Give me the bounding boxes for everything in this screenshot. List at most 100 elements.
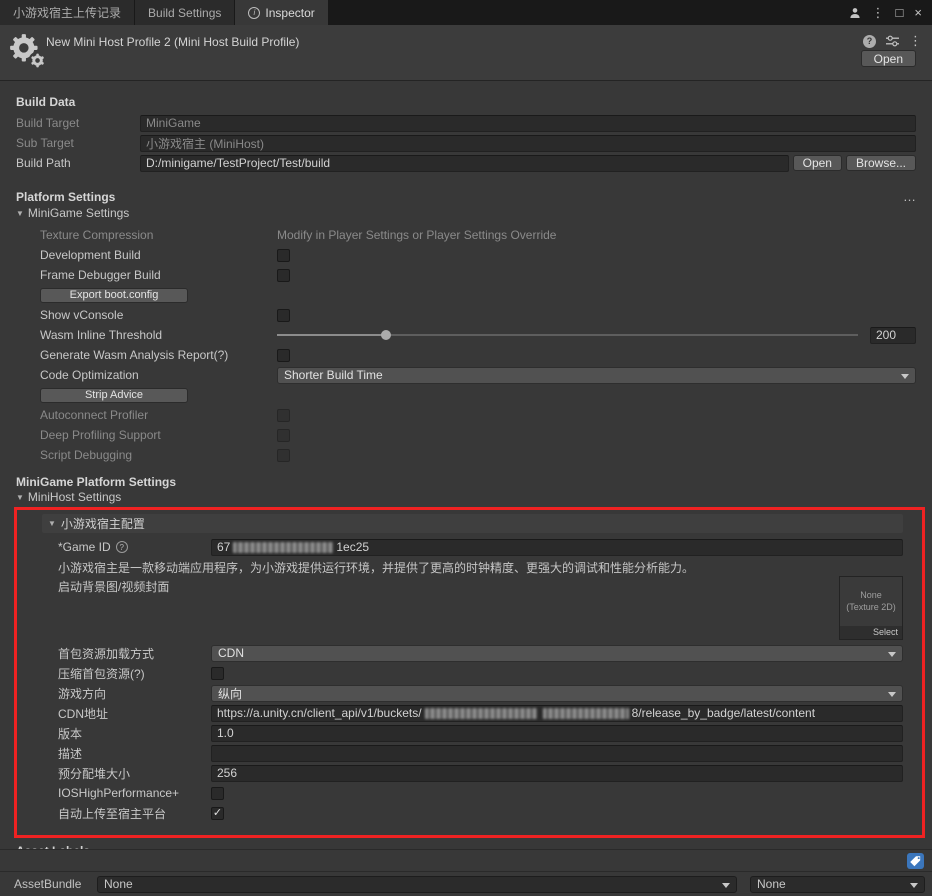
cover-label-row: 启动背景图/视频封面 xyxy=(42,577,903,595)
info-glyph: i xyxy=(254,8,256,17)
cdn-address-label: CDN地址 xyxy=(58,705,207,722)
texture-select-button[interactable]: Select xyxy=(840,626,902,639)
platform-more-button[interactable]: … xyxy=(903,194,916,200)
assetbundle-variant-dropdown[interactable]: None xyxy=(750,876,925,893)
auto-upload-checkbox[interactable]: ✓ xyxy=(211,807,224,820)
tab-inspector-label: Inspector xyxy=(265,6,314,20)
slider-track[interactable] xyxy=(277,334,858,336)
orientation-dropdown[interactable]: 纵向 xyxy=(211,685,903,702)
code-optimization-row: Code Optimization Shorter Build Time xyxy=(0,365,932,385)
game-id-row: *Game ID ? 67 1ec25 xyxy=(42,537,903,557)
redacted-text xyxy=(233,542,333,553)
account-icon[interactable] xyxy=(849,7,861,19)
build-data-heading: Build Data xyxy=(16,95,932,109)
description-field[interactable] xyxy=(211,745,903,762)
wasm-threshold-field[interactable]: 200 xyxy=(870,327,916,344)
texture-type-text: (Texture 2D) xyxy=(846,602,896,613)
deep-profiling-checkbox[interactable] xyxy=(277,429,290,442)
wasm-threshold-slider[interactable] xyxy=(277,325,858,345)
ios-high-performance-checkbox[interactable] xyxy=(211,787,224,800)
wasm-threshold-label: Wasm Inline Threshold xyxy=(40,328,273,342)
code-optimization-label: Code Optimization xyxy=(40,368,273,382)
compress-checkbox[interactable] xyxy=(211,667,224,680)
load-mode-label: 首包资源加载方式 xyxy=(58,645,207,662)
dropdown-arrow-icon xyxy=(901,374,909,383)
wasm-report-checkbox[interactable] xyxy=(277,349,290,362)
check-icon: ✓ xyxy=(213,808,222,819)
show-vconsole-row: Show vConsole xyxy=(0,305,932,325)
texture-compression-row: Texture Compression Modify in Player Set… xyxy=(0,225,932,245)
ios-high-performance-row: IOSHighPerformance+ xyxy=(42,783,903,803)
tab-build-settings[interactable]: Build Settings xyxy=(135,0,235,25)
build-path-open-button[interactable]: Open xyxy=(793,155,842,171)
orientation-value: 纵向 xyxy=(218,685,242,702)
tab-upload-record[interactable]: 小游戏宿主上传记录 xyxy=(0,0,135,25)
close-icon[interactable]: × xyxy=(914,6,922,19)
development-build-checkbox[interactable] xyxy=(277,249,290,262)
platform-settings-heading: Platform Settings xyxy=(16,190,115,204)
game-id-suffix: 1ec25 xyxy=(336,540,369,554)
window-menu-icon[interactable]: ⋮ xyxy=(872,6,885,19)
dropdown-arrow-icon xyxy=(888,692,896,701)
assetbundle-label: AssetBundle xyxy=(14,877,84,891)
code-optimization-dropdown[interactable]: Shorter Build Time xyxy=(277,367,916,384)
minihost-settings-foldout[interactable]: ▼ MiniHost Settings xyxy=(0,489,932,505)
autoconnect-profiler-checkbox[interactable] xyxy=(277,409,290,422)
version-field[interactable]: 1.0 xyxy=(211,725,903,742)
dropdown-arrow-icon xyxy=(722,883,730,892)
wasm-report-row: Generate Wasm Analysis Report(?) xyxy=(0,345,932,365)
export-bootconfig-button[interactable]: Export boot.config xyxy=(40,288,188,303)
autoconnect-profiler-row: Autoconnect Profiler xyxy=(0,405,932,425)
texture-object-value: None (Texture 2D) xyxy=(840,577,902,626)
heap-size-row: 预分配堆大小 256 xyxy=(42,763,903,783)
deep-profiling-label: Deep Profiling Support xyxy=(40,428,273,442)
slider-knob[interactable] xyxy=(381,330,391,340)
auto-upload-row: 自动上传至宿主平台 ✓ xyxy=(42,803,903,823)
cdn-address-row: CDN地址 https://a.unity.cn/client_api/v1/b… xyxy=(42,703,903,723)
inspector-header: New Mini Host Profile 2 (Mini Host Build… xyxy=(0,25,932,81)
load-mode-dropdown[interactable]: CDN xyxy=(211,645,903,662)
wasm-threshold-value: 200 xyxy=(876,328,896,342)
dropdown-arrow-icon xyxy=(910,883,918,892)
texture-object-field[interactable]: None (Texture 2D) Select xyxy=(839,576,903,640)
window-controls: ⋮ □ × xyxy=(849,0,932,25)
build-path-row: Build Path D:/minigame/TestProject/Test/… xyxy=(0,153,932,173)
version-label: 版本 xyxy=(58,725,207,742)
load-mode-value: CDN xyxy=(218,646,244,660)
presets-icon[interactable] xyxy=(886,35,899,47)
host-config-label: 小游戏宿主配置 xyxy=(61,515,145,532)
cdn-address-field[interactable]: https://a.unity.cn/client_api/v1/buckets… xyxy=(211,705,903,722)
script-debugging-checkbox[interactable] xyxy=(277,449,290,462)
label-tag-icon[interactable] xyxy=(907,853,924,869)
heap-size-field[interactable]: 256 xyxy=(211,765,903,782)
spacer xyxy=(42,595,903,643)
help-icon[interactable]: ? xyxy=(863,35,876,48)
header-kebab-icon[interactable]: ⋮ xyxy=(909,33,922,49)
minigame-settings-foldout[interactable]: ▼ MiniGame Settings xyxy=(0,204,932,222)
game-id-help-icon[interactable]: ? xyxy=(116,541,128,553)
orientation-row: 游戏方向 纵向 xyxy=(42,683,903,703)
strip-advice-row: Strip Advice xyxy=(0,385,932,405)
browse-button[interactable]: Browse... xyxy=(846,155,916,171)
sub-target-field: 小游戏宿主 (MiniHost) xyxy=(140,135,916,152)
open-button[interactable]: Open xyxy=(861,50,916,67)
tab-inspector[interactable]: i Inspector xyxy=(235,0,328,25)
heap-size-value: 256 xyxy=(217,766,237,780)
maximize-icon[interactable]: □ xyxy=(896,6,904,19)
game-id-label-text: *Game ID xyxy=(58,540,111,554)
assetbundle-dropdown[interactable]: None xyxy=(97,876,737,893)
build-path-field[interactable]: D:/minigame/TestProject/Test/build xyxy=(140,155,789,172)
strip-advice-button[interactable]: Strip Advice xyxy=(40,388,188,403)
show-vconsole-checkbox[interactable] xyxy=(277,309,290,322)
texture-none-text: None xyxy=(860,590,882,601)
host-config-foldout[interactable]: ▼ 小游戏宿主配置 xyxy=(42,514,903,533)
frame-debugger-checkbox[interactable] xyxy=(277,269,290,282)
asset-labels-bar xyxy=(0,849,932,871)
load-mode-row: 首包资源加载方式 CDN xyxy=(42,643,903,663)
code-optimization-value: Shorter Build Time xyxy=(284,368,383,382)
inspector-info-icon: i xyxy=(248,7,260,19)
game-id-field[interactable]: 67 1ec25 xyxy=(211,539,903,556)
development-build-row: Development Build xyxy=(0,245,932,265)
texture-compression-value: Modify in Player Settings or Player Sett… xyxy=(277,228,556,242)
foldout-arrow-icon: ▼ xyxy=(48,519,56,528)
